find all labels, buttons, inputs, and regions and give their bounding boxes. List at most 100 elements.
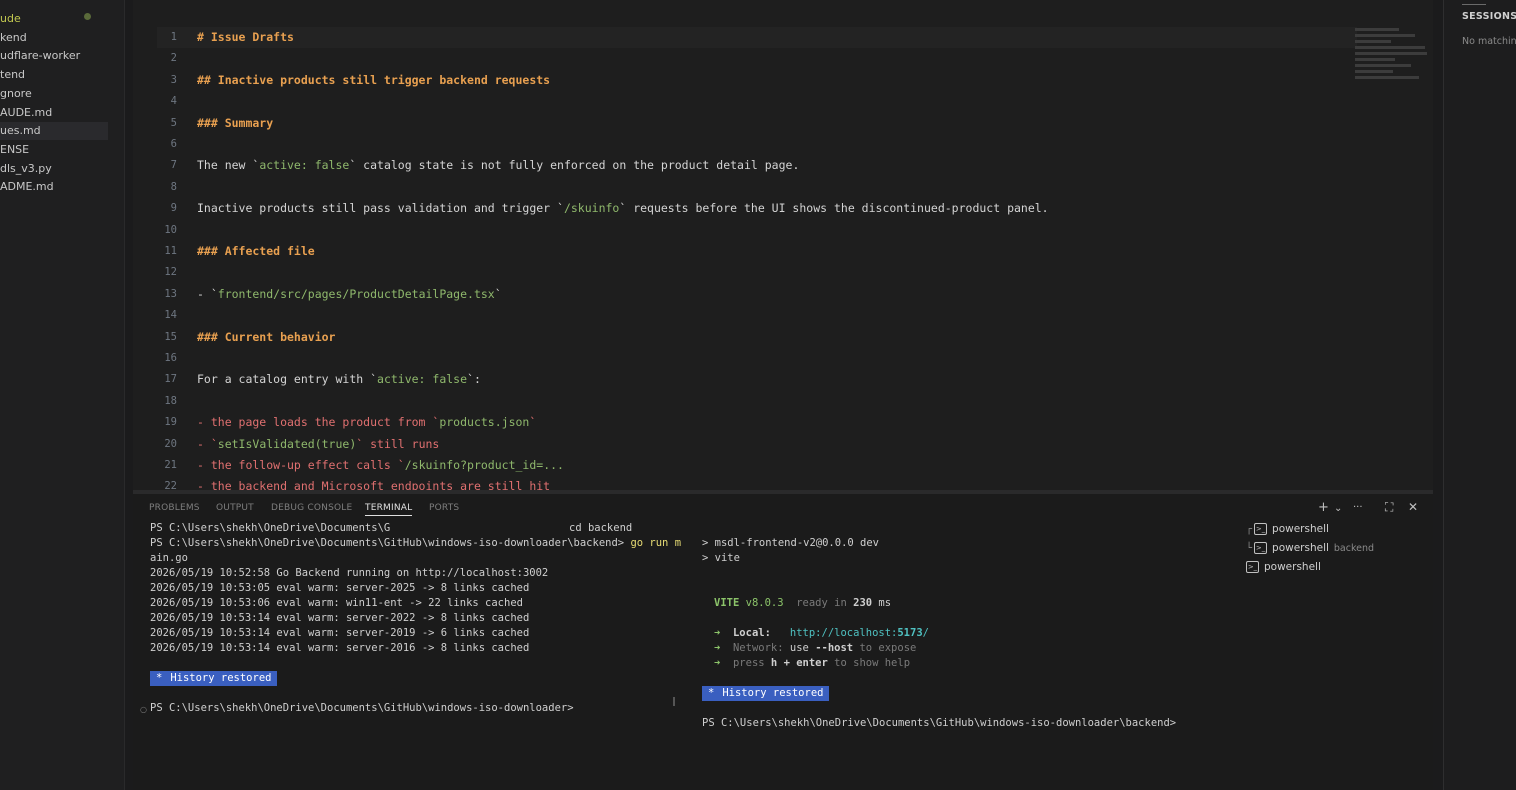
line-number: 20 [164, 437, 177, 450]
more-actions-icon[interactable]: ··· [1353, 502, 1363, 513]
line-number: 8 [170, 180, 177, 193]
line-text: - `frontend/src/pages/ProductDetailPage.… [197, 284, 502, 305]
line-number: 2 [170, 52, 177, 65]
terminal-decoration-circle-icon: ○ [140, 705, 147, 714]
line-text-segment: `: [467, 372, 481, 387]
line-number: 3 [170, 73, 177, 86]
terminal-split-sash[interactable] [673, 697, 675, 706]
terminal-icon: >_ [1254, 542, 1268, 554]
terminal-dropdown-icon[interactable]: ⌄ [1334, 503, 1342, 514]
sidebar-file-item[interactable]: udflare-worker [0, 47, 80, 65]
line-number: 13 [164, 287, 177, 300]
line-text-segment: - ` [197, 436, 218, 451]
terminal-session-item[interactable]: >_ powershell [1246, 558, 1321, 576]
line-text-segment: active: false [377, 372, 468, 387]
line-text-segment: active: false [259, 158, 350, 173]
terminal-log-line: 2026/05/19 10:53:05 eval warm: server-20… [150, 582, 530, 594]
line-text-segment: Inactive products still pass validation … [197, 201, 564, 216]
line-text: The new `active: false` catalog state is… [197, 155, 799, 176]
sidebar-file-item[interactable]: tend [0, 66, 25, 84]
line-text-segment: ` [494, 286, 502, 301]
line-number: 12 [164, 266, 177, 279]
terminal-prompt: PS C:\Users\shekh\OneDrive\Documents\G [150, 522, 391, 534]
tab-ports[interactable]: PORTS [429, 503, 459, 513]
minimap[interactable] [1355, 28, 1431, 82]
markdown-editor[interactable]: 1 # Issue Drafts 2 3 ## Inactive products st… [133, 0, 1433, 490]
vite-network-line: ➜ Network: use --host to expose [714, 642, 917, 654]
close-panel-icon[interactable]: ✕ [1408, 500, 1418, 514]
sidebar-file-item[interactable]: ENSE [0, 141, 29, 159]
line-text: ## Inactive products still trigger backe… [197, 72, 551, 87]
line-text-segment: /skuinfo?product_id=... [404, 458, 564, 472]
terminal-session-item[interactable]: ┌ >_ powershell [1246, 520, 1329, 538]
current-line-highlight [157, 27, 1357, 48]
line-number: 4 [170, 95, 177, 108]
terminal-icon: >_ [1254, 523, 1268, 535]
new-terminal-button[interactable]: + [1318, 500, 1329, 515]
terminal-icon: >_ [1246, 561, 1259, 573]
line-number: 10 [164, 223, 177, 236]
sidebar-file-item[interactable]: ude [0, 10, 21, 28]
terminal-session-item[interactable]: └ >_ powershell backend [1246, 539, 1374, 557]
sidebar-file-item[interactable]: dls_v3.py [0, 160, 52, 178]
line-number: 11 [164, 245, 177, 257]
maximize-panel-icon[interactable]: ⛶ [1385, 500, 1393, 515]
line-number: 21 [164, 459, 177, 471]
line-text-segment: For a catalog entry with ` [197, 372, 378, 387]
line-number: 18 [164, 394, 177, 407]
sessions-tab-indicator [1462, 4, 1486, 5]
tab-terminal[interactable]: TERMINAL [365, 503, 413, 516]
terminal-output-line: > vite [702, 552, 740, 564]
line-text-segment: - the follow-up effect calls ` [197, 458, 405, 472]
line-text-segment: The new ` [197, 158, 260, 173]
terminal-log-line: 2026/05/19 10:53:14 eval warm: server-20… [150, 612, 530, 624]
history-restored-badge: * History restored [702, 686, 830, 701]
sidebar-file-item[interactable]: ues.md [0, 122, 108, 140]
terminal-output-line: > msdl-frontend-v2@0.0.0 dev [702, 537, 880, 549]
line-number: 5 [170, 116, 177, 129]
explorer-sidebar: ER ... udekendudflare-workertendgnoreAUD… [0, 0, 125, 790]
line-text-segment: ` still runs [356, 436, 440, 451]
line-number: 9 [170, 202, 177, 215]
terminal-log-line: 2026/05/19 10:53:06 eval warm: win11-ent… [150, 597, 523, 609]
sidebar-file-item[interactable]: ADME.md [0, 178, 54, 196]
line-number: 19 [164, 416, 177, 429]
sessions-title: SESSIONS [1462, 11, 1516, 22]
line-text: ### Summary [197, 115, 274, 130]
terminal-right[interactable]: > msdl-frontend-v2@0.0.0 dev > vite VITE… [702, 536, 1242, 736]
sidebar-file-item[interactable]: kend [0, 29, 27, 47]
terminal-command: cd backend [569, 522, 633, 534]
local-url-link[interactable]: http://localhost:5173/ [790, 627, 929, 639]
line-number: 6 [170, 138, 177, 150]
line-text: ### Current behavior [197, 329, 336, 344]
line-number: 17 [164, 373, 177, 386]
line-text-segment: products.json [439, 415, 530, 430]
line-text-segment: - the page loads the product from ` [197, 415, 440, 430]
terminal-output-line: ain.go [150, 552, 188, 564]
terminal-log-line: 2026/05/19 10:53:14 eval warm: server-20… [150, 627, 530, 639]
terminal-prompt: PS C:\Users\shekh\OneDrive\Documents\Git… [150, 537, 631, 549]
line-text: - the backend and Microsoft endpoints ar… [197, 476, 550, 490]
line-text-segment: frontend/src/pages/ProductDetailPage.tsx [217, 286, 495, 301]
sidebar-file-item[interactable]: gnore [0, 85, 32, 103]
terminal-log-line: 2026/05/19 10:52:58 Go Backend running o… [150, 567, 549, 579]
line-text-segment: ` catalog state is not fully enforced on… [349, 158, 800, 173]
line-number: 22 [164, 480, 177, 490]
line-text-segment: setIsValidated(true) [217, 436, 357, 451]
line-number: 15 [164, 330, 177, 343]
explorer-header: ER [0, 0, 15, 3]
terminal-left[interactable]: PS C:\Users\shekh\OneDrive\Documents\G cd… [150, 521, 690, 721]
line-text: - `setIsValidated(true)` still runs [197, 434, 439, 455]
terminal-command: go run m [630, 537, 682, 549]
terminal-prompt: PS C:\Users\shekh\OneDrive\Documents\Git… [150, 702, 574, 714]
tab-debug-console[interactable]: DEBUG CONSOLE [271, 503, 352, 513]
tab-problems[interactable]: PROBLEMS [149, 503, 200, 513]
line-text-segment: ` [529, 415, 537, 430]
sidebar-file-item[interactable]: AUDE.md [0, 104, 52, 122]
explorer-more-icon[interactable]: ... [90, 0, 100, 3]
tab-output[interactable]: OUTPUT [216, 503, 254, 513]
terminal-log-line: 2026/05/19 10:53:14 eval warm: server-20… [150, 642, 530, 654]
line-text-segment: ` requests before the UI shows the disco… [619, 201, 1049, 216]
history-restored-badge: * History restored [150, 671, 278, 686]
bottom-panel: PROBLEMS OUTPUT DEBUG CONSOLE TERMINAL P… [133, 494, 1433, 790]
